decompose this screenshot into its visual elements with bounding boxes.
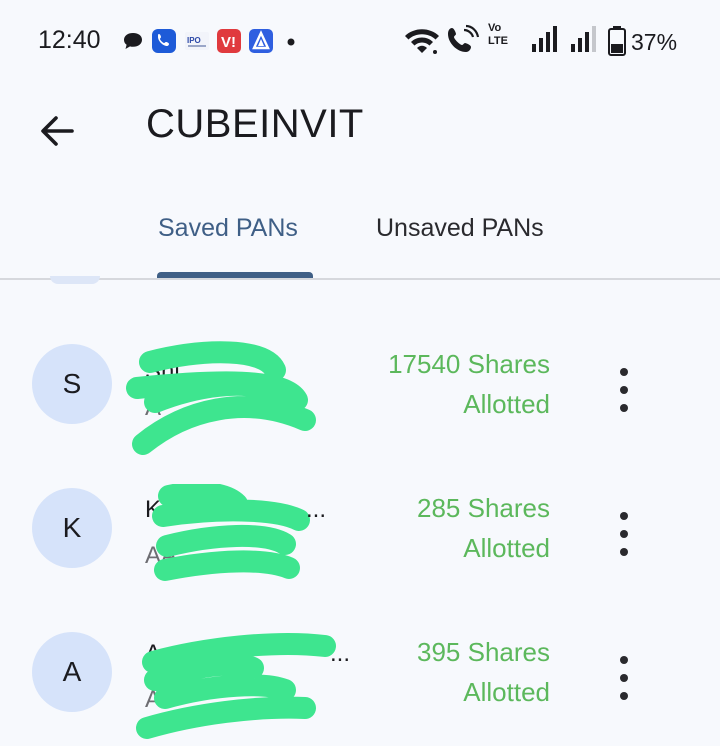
pan-holder-name: K [145, 496, 162, 523]
avatar: A [32, 632, 112, 712]
share-count: 17540 Shares [388, 349, 550, 379]
wifi-icon [403, 24, 441, 58]
dot-icon [286, 28, 296, 54]
avatar: K [32, 488, 112, 568]
more-options-button[interactable] [608, 368, 640, 412]
allotted-label: Allotted [463, 533, 550, 563]
pan-holder-name: Shi [145, 358, 180, 385]
tab-unsaved-pans[interactable]: Unsaved PANs [376, 214, 544, 243]
name-ellipsis: ... [330, 640, 351, 667]
allotment-status: 17540 Shares Allotted [388, 344, 550, 424]
battery-percent: 37% [631, 29, 678, 55]
page-title: CUBEINVIT [146, 102, 364, 146]
more-vert-icon [620, 656, 628, 664]
more-vert-icon [620, 368, 628, 376]
list-item[interactable]: K K AA 285 Shares Allotted ... [0, 458, 720, 602]
avatar: S [32, 344, 112, 424]
allotment-status: 395 Shares Allotted [417, 632, 550, 712]
signal-icon [531, 24, 559, 54]
list-item[interactable]: A A A 395 Shares Allotted ... [0, 602, 720, 746]
volte-icon: Vo LTE [488, 22, 520, 48]
list-item[interactable]: S Shi A 17540 Shares Allotted [0, 314, 720, 458]
phone-app-icon [151, 28, 177, 54]
share-count: 395 Shares [417, 637, 550, 667]
svg-text:V!: V! [221, 34, 236, 51]
tab-indicator [157, 272, 313, 278]
status-bar: 12:40 IPO V! Vo LTE 37% [0, 0, 720, 84]
ipo-app-icon: IPO [184, 28, 210, 54]
pan-number: AA [145, 542, 178, 569]
more-options-button[interactable] [608, 512, 640, 556]
tab-bar: Saved PANs Unsaved PANs [0, 184, 720, 280]
tab-saved-pans[interactable]: Saved PANs [158, 214, 298, 243]
chat-bubble-icon [122, 28, 144, 54]
name-ellipsis: ... [306, 496, 327, 523]
pan-number: A [145, 394, 162, 421]
triangle-app-icon [248, 28, 274, 54]
svg-text:IPO: IPO [187, 36, 201, 45]
more-vert-icon [620, 512, 628, 520]
wifi-calling-icon [446, 24, 480, 58]
volte-label: Vo LTE [488, 22, 508, 47]
allotted-label: Allotted [463, 389, 550, 419]
pan-holder-name: A [145, 640, 162, 667]
allotment-status: 285 Shares Allotted [417, 488, 550, 568]
app-bar: CUBEINVIT [0, 84, 720, 184]
battery-icon [608, 26, 626, 56]
more-options-button[interactable] [608, 656, 640, 700]
pan-list[interactable]: S Shi A 17540 Shares Allotted K K AA 285… [0, 276, 720, 739]
pan-number: A [145, 686, 162, 713]
back-button[interactable] [34, 108, 80, 154]
allotted-label: Allotted [463, 677, 550, 707]
previous-avatar-edge [50, 276, 100, 284]
status-time: 12:40 [38, 26, 101, 54]
share-count: 285 Shares [417, 493, 550, 523]
vi-app-icon: V! [216, 28, 242, 54]
signal-icon [570, 24, 598, 54]
arrow-left-icon [41, 116, 74, 146]
